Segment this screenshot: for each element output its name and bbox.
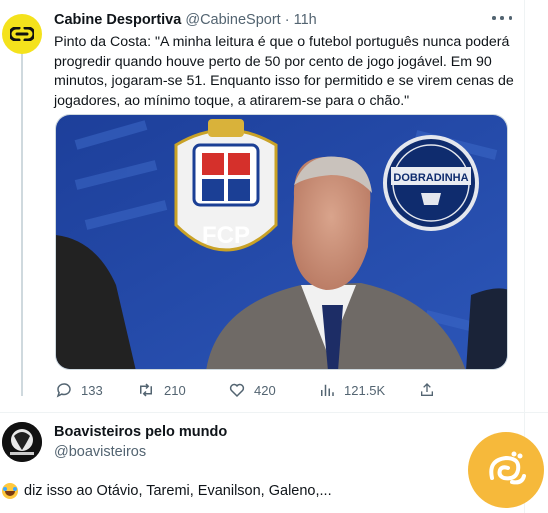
author-name[interactable]: Cabine Desportiva <box>54 12 181 28</box>
author-handle[interactable]: @CabineSport <box>185 12 280 28</box>
avatar-image <box>2 422 42 462</box>
tweet-divider <box>0 412 548 413</box>
thread-connector <box>21 44 23 396</box>
retweet-icon <box>140 383 152 397</box>
photo-illustration: FCP DOBRADINHA <box>56 115 507 369</box>
retweet-button[interactable]: 210 <box>136 380 186 400</box>
watermark-logo-icon <box>468 432 544 508</box>
tweet-text-line: Pinto da Costa: "A minha leitura é que o… <box>54 34 510 50</box>
like-count: 420 <box>254 382 276 398</box>
tweet-text-line: minutos, jogaram-se 51. Enquanto isso fo… <box>54 73 514 89</box>
author-avatar[interactable] <box>2 14 42 54</box>
like-icon <box>229 383 245 398</box>
crest-letters: FCP <box>202 222 250 249</box>
views-button[interactable]: 121.5K <box>318 380 385 400</box>
views-icon <box>321 384 334 396</box>
tweet-text-line: progredir quando houve perto de 50 por c… <box>54 53 492 70</box>
reply-author-name[interactable]: Boavisteiros pelo mundo <box>54 424 227 440</box>
retweet-count: 210 <box>164 382 186 398</box>
badge-text: DOBRADINHA <box>393 172 468 184</box>
reply-count: 133 <box>81 382 103 398</box>
tweet-actions: 133 210 420 121.5K <box>55 380 435 400</box>
share-icon <box>421 383 433 396</box>
reply-text-content: diz isso ao Otávio, Taremi, Evanilson, G… <box>24 483 332 499</box>
laughing-emoji-icon <box>2 483 18 499</box>
tweet-header: Cabine Desportiva @CabineSport · 11h <box>54 12 317 28</box>
dobradinha-badge: DOBRADINHA <box>383 135 479 231</box>
views-count: 121.5K <box>344 382 386 398</box>
tweet-text: Pinto da Costa: "A minha leitura é que o… <box>54 33 516 111</box>
reply-author-handle[interactable]: @boavisteiros <box>54 444 146 460</box>
reply-text: diz isso ao Otávio, Taremi, Evanilson, G… <box>2 483 332 499</box>
more-icon[interactable] <box>492 10 512 26</box>
tweet-text-line: jogadores, ao mínimo toque, a atirarem-s… <box>54 92 410 109</box>
link-logo-icon <box>10 27 34 41</box>
like-button[interactable]: 420 <box>228 380 276 400</box>
reply-button[interactable]: 133 <box>55 380 103 400</box>
tweet-photo[interactable]: FCP DOBRADINHA <box>55 114 508 370</box>
tweet-time[interactable]: 11h <box>294 12 317 28</box>
reply-author-avatar[interactable] <box>2 422 42 462</box>
separator-dot: · <box>284 12 290 28</box>
club-crest: FCP <box>174 119 278 252</box>
reply-icon <box>56 383 71 398</box>
share-button[interactable] <box>419 380 443 400</box>
